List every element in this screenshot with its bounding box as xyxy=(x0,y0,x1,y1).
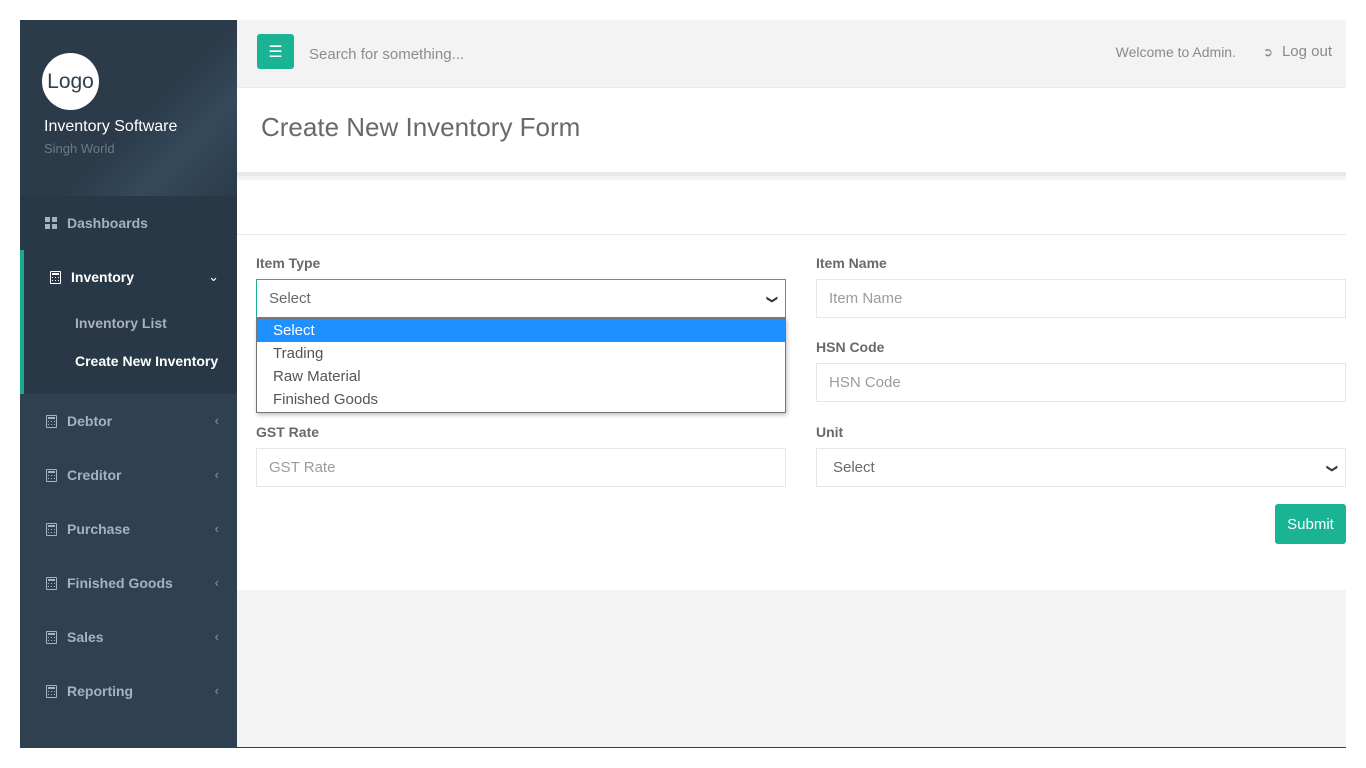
item-name-label: Item Name xyxy=(816,255,887,271)
app-name: Inventory Software xyxy=(44,118,178,135)
chevron-left-icon: ‹ xyxy=(214,521,219,536)
dropdown-option[interactable]: Raw Material xyxy=(257,365,785,388)
logo: Logo xyxy=(42,53,99,110)
calculator-icon xyxy=(44,576,58,590)
logout-label: Log out xyxy=(1281,43,1332,60)
chevron-left-icon: ‹ xyxy=(214,629,219,644)
gst-rate-label: GST Rate xyxy=(256,424,320,440)
top-navbar: ☰ Welcome to Admin. ➲ Log out xyxy=(237,20,1346,88)
item-type-dropdown: Select Trading Raw Material Finished Goo… xyxy=(256,318,786,413)
sidebar-item-label: Debtor xyxy=(67,413,113,429)
grid-icon xyxy=(44,216,58,230)
sidebar-group-inventory: Inventory ⌄ Inventory List Create New In… xyxy=(20,250,237,394)
chevron-down-icon: ⌄ xyxy=(208,269,219,284)
chevron-left-icon: ‹ xyxy=(214,413,219,428)
sign-out-icon: ➲ xyxy=(1262,44,1273,59)
sidebar-subitem-inventory-list[interactable]: Inventory List xyxy=(24,304,237,342)
unit-value: Select xyxy=(833,459,875,476)
unit-select[interactable]: Select ❯ xyxy=(816,448,1346,487)
sidebar-item-label: Creditor xyxy=(67,467,122,483)
sidebar-item-creditor[interactable]: Creditor ‹ xyxy=(20,448,237,502)
sidebar-subitem-create-new-inventory[interactable]: Create New Inventory xyxy=(24,342,237,394)
item-type-label: Item Type xyxy=(256,255,321,271)
sidebar-item-inventory[interactable]: Inventory ⌄ xyxy=(24,250,237,304)
welcome-text: Welcome to Admin. xyxy=(1115,44,1236,60)
logout-link[interactable]: ➲ Log out xyxy=(1263,43,1332,60)
dropdown-option[interactable]: Trading xyxy=(257,342,785,365)
chevron-left-icon: ‹ xyxy=(214,467,219,482)
item-type-select[interactable]: Select ❯ xyxy=(256,279,786,318)
search-input[interactable] xyxy=(309,42,709,66)
hsn-code-input[interactable] xyxy=(816,363,1346,402)
calculator-icon xyxy=(44,522,58,536)
dropdown-option[interactable]: Select xyxy=(257,319,785,342)
calculator-icon xyxy=(44,414,58,428)
sidebar-item-label: Inventory xyxy=(71,269,135,285)
unit-label: Unit xyxy=(816,424,844,440)
submit-button[interactable]: Submit xyxy=(1275,504,1346,544)
sidebar: Logo Inventory Software Singh World Dash… xyxy=(20,20,237,748)
sidebar-item-dashboards[interactable]: Dashboards xyxy=(20,196,237,250)
chevron-down-icon: ❯ xyxy=(1325,463,1338,474)
chevron-left-icon: ‹ xyxy=(214,575,219,590)
hsn-code-label: HSN Code xyxy=(816,339,885,355)
sidebar-item-finished-goods[interactable]: Finished Goods ‹ xyxy=(20,556,237,610)
sidebar-header: Logo Inventory Software Singh World xyxy=(20,20,237,196)
calculator-icon xyxy=(44,630,58,644)
sidebar-item-reporting[interactable]: Reporting ‹ xyxy=(20,664,237,718)
item-type-value: Select xyxy=(269,290,311,307)
panel-divider xyxy=(237,234,1346,235)
sidebar-item-label: Sales xyxy=(67,629,104,645)
sidebar-item-label: Reporting xyxy=(67,683,134,699)
form-panel: Item Type Select ❯ Select Trading Raw Ma… xyxy=(237,180,1346,590)
calculator-icon xyxy=(48,270,62,284)
sidebar-item-debtor[interactable]: Debtor ‹ xyxy=(20,394,237,448)
sidebar-item-sales[interactable]: Sales ‹ xyxy=(20,610,237,664)
app-subtitle: Singh World xyxy=(44,141,115,156)
app-window: Logo Inventory Software Singh World Dash… xyxy=(20,20,1346,748)
hamburger-icon: ☰ xyxy=(268,43,283,61)
calculator-icon xyxy=(44,468,58,482)
page-title: Create New Inventory Form xyxy=(261,112,581,142)
menu-toggle-button[interactable]: ☰ xyxy=(257,34,294,69)
sidebar-item-label: Purchase xyxy=(67,521,131,537)
sidebar-item-label: Dashboards xyxy=(67,215,148,231)
sidebar-nav: Dashboards Inventory ⌄ Inventory List Cr… xyxy=(20,196,237,718)
chevron-left-icon: ‹ xyxy=(214,683,219,698)
chevron-down-icon: ❯ xyxy=(765,294,778,305)
gst-rate-input[interactable] xyxy=(256,448,786,487)
dropdown-option[interactable]: Finished Goods xyxy=(257,388,785,411)
page-heading: Create New Inventory Form xyxy=(237,88,1346,176)
calculator-icon xyxy=(44,684,58,698)
item-name-input[interactable] xyxy=(816,279,1346,318)
sidebar-item-label: Finished Goods xyxy=(67,575,173,591)
sidebar-item-purchase[interactable]: Purchase ‹ xyxy=(20,502,237,556)
